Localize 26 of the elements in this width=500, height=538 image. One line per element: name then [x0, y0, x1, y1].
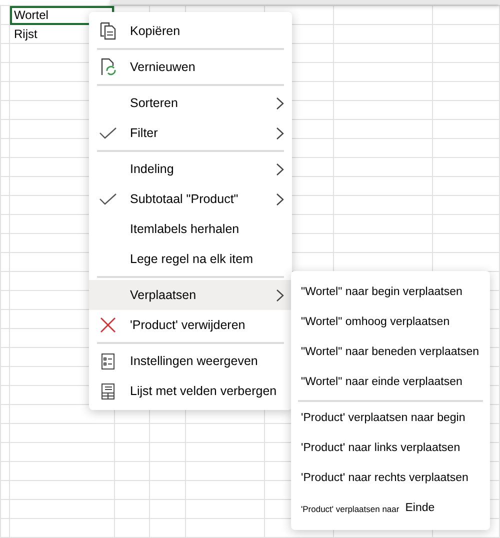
- menu-item[interactable]: "Wortel" naar begin verplaatsen: [291, 278, 490, 308]
- menu-item[interactable]: "Wortel" naar einde verplaatsen: [291, 368, 490, 398]
- menu-item[interactable]: 'Product' verwijderen: [89, 310, 292, 340]
- delete-icon: [100, 317, 116, 333]
- menu-item[interactable]: Indeling: [89, 154, 292, 184]
- menu-item[interactable]: "Wortel" naar beneden verplaatsen: [291, 338, 490, 368]
- menu-item[interactable]: Itemlabels herhalen: [89, 214, 292, 244]
- menu-item[interactable]: 'Product' naar rechts verplaatsen: [291, 464, 490, 494]
- menu-item[interactable]: 'Product' naar links verplaatsen: [291, 434, 490, 464]
- menu-item[interactable]: Instellingen weergeven: [89, 346, 292, 376]
- menu-item[interactable]: 'Product' verplaatsen naar begin: [291, 404, 490, 434]
- refresh-icon: [99, 58, 117, 76]
- menu-item[interactable]: Filter: [89, 118, 292, 148]
- menu-item[interactable]: Subtotaal "Product": [89, 184, 292, 214]
- settings-icon: [101, 352, 115, 370]
- copy-icon: [99, 22, 117, 40]
- menu-item[interactable]: Vernieuwen: [89, 52, 292, 82]
- menu-item-value[interactable]: Einde: [405, 500, 435, 518]
- table-cell[interactable]: Wortel: [10, 6, 114, 24]
- menu-item[interactable]: Lege regel na elk item: [89, 244, 292, 274]
- menu-item[interactable]: Sorteren: [89, 88, 292, 118]
- field-list-icon: [101, 382, 115, 400]
- menu-item[interactable]: Lijst met velden verbergen: [89, 376, 292, 406]
- menu-item[interactable]: "Wortel" omhoog verplaatsen: [291, 308, 490, 338]
- menu-item[interactable]: Verplaatsen: [89, 280, 292, 310]
- menu-item[interactable]: 'Product' verplaatsen naar: [301, 502, 400, 516]
